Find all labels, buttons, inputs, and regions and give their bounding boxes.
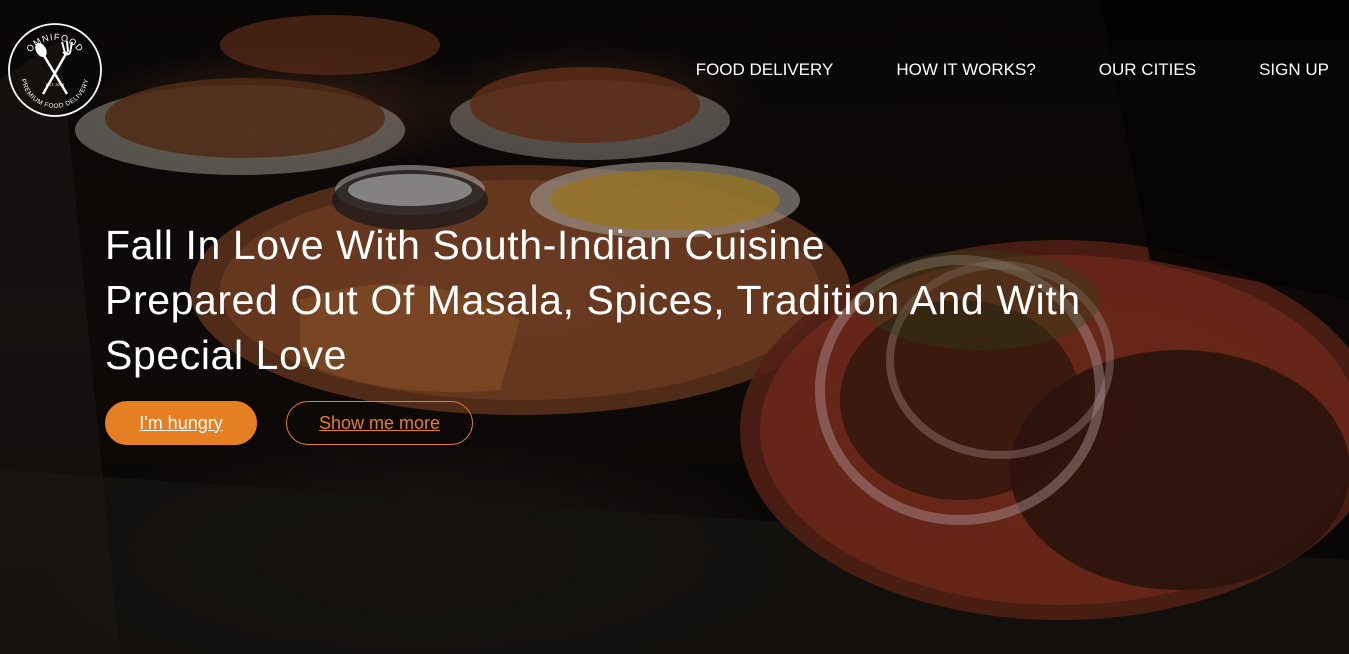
hero-headline-line-2: Prepared Out Of Masala, Spices, Traditio…: [105, 277, 1081, 323]
omnifood-logo[interactable]: OMNIFOOD PREMIUM FOOD DELIVERY EST. 2015: [7, 22, 103, 118]
svg-text:OMNIFOOD: OMNIFOOD: [24, 32, 85, 54]
nav-link-how-it-works[interactable]: HOW IT WORKS?: [896, 60, 1035, 80]
hero-headline-line-1: Fall In Love With South-Indian Cuisine: [105, 222, 826, 268]
logo-emblem-icon: OMNIFOOD PREMIUM FOOD DELIVERY EST. 2015: [8, 23, 102, 117]
main-navigation: FOOD DELIVERY HOW IT WORKS? OUR CITIES S…: [633, 58, 1329, 82]
im-hungry-button[interactable]: I'm hungry: [105, 401, 257, 445]
logo-brand-text: OMNIFOOD: [24, 32, 84, 54]
nav-link-our-cities[interactable]: OUR CITIES: [1099, 60, 1196, 80]
nav-link-sign-up[interactable]: SIGN UP: [1259, 60, 1329, 80]
hero-headline: Fall In Love With South-Indian Cuisine P…: [105, 218, 1255, 383]
hero-headline-line-3: Special Love: [105, 332, 347, 378]
show-me-more-button[interactable]: Show me more: [286, 401, 473, 445]
logo-est-text: EST. 2015: [46, 82, 65, 87]
nav-link-food-delivery[interactable]: FOOD DELIVERY: [696, 60, 834, 80]
